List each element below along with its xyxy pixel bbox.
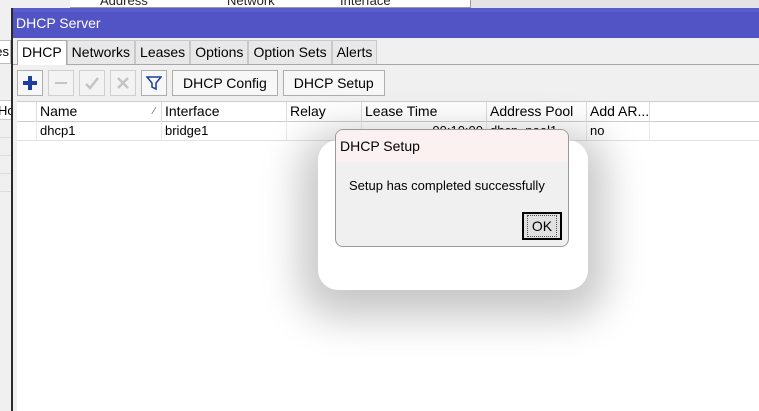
tab-leases[interactable]: Leases [135,40,191,64]
disable-icon [117,77,129,89]
filter-icon [146,76,162,91]
window-title[interactable]: DHCP Server [13,12,759,38]
add-icon [23,76,37,90]
column-header-add-arp[interactable]: Add AR... [587,102,650,122]
disable-button[interactable] [110,70,136,96]
tab-options[interactable]: Options [190,40,249,64]
row-marker-header [17,102,37,122]
column-header-address-pool[interactable]: Address Pool [487,102,587,122]
tab-networks[interactable]: Networks [66,40,136,64]
column-header-interface[interactable]: Interface [162,102,287,122]
tab-bar: DHCP Networks Leases Options Option Sets… [17,40,378,65]
remove-icon [55,82,67,84]
toolbar: DHCP Config DHCP Setup [17,69,390,97]
cell-add-arp: no [587,122,650,140]
add-button[interactable] [17,70,43,96]
ok-button-label: OK [526,215,558,237]
remove-button[interactable] [48,70,74,96]
background-column-header: Ho [0,100,11,120]
enable-button[interactable] [79,70,105,96]
dhcp-setup-dialog: DHCP Setup Setup has completed successfu… [335,129,569,247]
column-header-name[interactable]: Name ⁄ [37,102,162,122]
ok-button[interactable]: OK [522,212,562,240]
column-header-relay[interactable]: Relay [287,102,362,122]
tab-dhcp[interactable]: DHCP [17,40,67,65]
dhcp-setup-button[interactable]: DHCP Setup [282,70,385,96]
table-header: Name ⁄ Interface Relay Lease Time Address… [17,102,759,122]
background-rows [0,120,11,200]
background-field-strip: Address Network Interface [70,0,470,8]
cell-interface: bridge1 [162,122,287,140]
tab-alerts[interactable]: Alerts [331,40,378,64]
background-address-field: Address [100,0,148,8]
column-header-lease-time[interactable]: Lease Time [362,102,487,122]
cell-name: dhcp1 [37,122,162,140]
dialog-title[interactable]: DHCP Setup [336,130,568,162]
background-network-field: Network [227,0,275,8]
background-right-area [470,0,759,8]
sort-indicator-icon: ⁄ [153,106,155,117]
filter-button[interactable] [141,70,167,96]
dialog-message: Setup has completed successfully [349,178,545,193]
enable-icon [85,77,99,90]
dhcp-config-button[interactable]: DHCP Config [172,70,278,96]
background-tab[interactable]: es [0,40,11,64]
background-interface-field: Interface [340,0,391,8]
tab-option-sets[interactable]: Option Sets [248,40,332,64]
